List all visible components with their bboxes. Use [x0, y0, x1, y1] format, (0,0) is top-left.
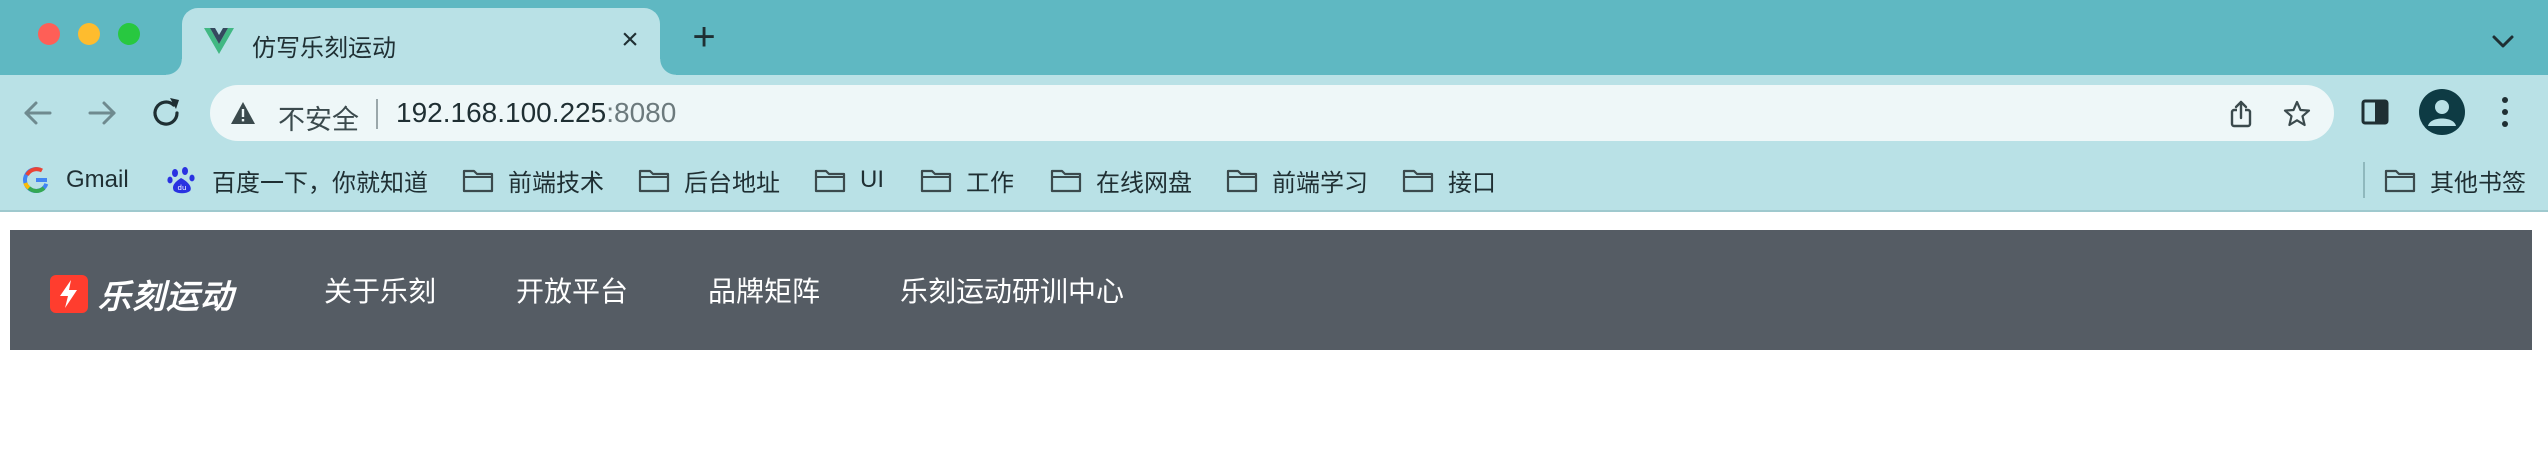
bookmark-label: 其他书签 [2430, 169, 2526, 197]
logo-text: 乐刻运动 [98, 278, 234, 315]
browser-toolbar: 不安全 192.168.100.225:8080 [0, 75, 2548, 150]
nav-link-about[interactable]: 关于乐刻 [324, 270, 436, 310]
back-arrow-icon[interactable] [18, 93, 58, 133]
bookmark-label: 在线网盘 [1096, 169, 1192, 197]
more-options-icon[interactable] [2495, 93, 2515, 131]
bookmark-label: 百度一下，你就知道 [212, 169, 428, 197]
bookmark-folder[interactable]: 前端技术 [462, 158, 604, 202]
reload-icon[interactable] [146, 93, 186, 133]
new-tab-button[interactable]: + [686, 17, 722, 57]
bookmark-baidu[interactable]: du 百度一下，你就知道 [166, 158, 428, 202]
bookmark-folder[interactable]: 在线网盘 [1050, 158, 1192, 202]
warning-icon [231, 102, 255, 124]
minimize-window-button[interactable] [78, 23, 100, 45]
lightning-logo-icon [50, 275, 88, 313]
bookmarks-bar: Gmail du 百度一下，你就知道 前端技术 后台地址 UI 工作 在线网盘 … [0, 150, 2548, 212]
svg-text:du: du [178, 184, 187, 192]
bookmark-folder[interactable]: UI [814, 158, 884, 202]
nav-link-open-platform[interactable]: 开放平台 [516, 270, 628, 310]
bookmark-label: UI [860, 166, 884, 193]
nav-link-brand-matrix[interactable]: 品牌矩阵 [708, 270, 820, 310]
vue-logo-icon [204, 28, 234, 54]
forward-arrow-icon[interactable] [82, 93, 122, 133]
side-panel-icon[interactable] [2358, 95, 2392, 129]
star-icon[interactable] [2282, 99, 2312, 129]
site-logo[interactable]: 乐刻运动 [50, 270, 234, 318]
browser-tab[interactable]: 仿写乐刻运动 × [166, 8, 676, 75]
folder-icon [462, 169, 494, 193]
baidu-icon: du [167, 167, 195, 194]
bookmark-folder[interactable]: 接口 [1402, 158, 1496, 202]
folder-icon [1050, 169, 1082, 193]
tab-title: 仿写乐刻运动 [252, 35, 396, 62]
url-port: :8080 [606, 97, 677, 128]
share-icon[interactable] [2226, 99, 2256, 129]
folder-icon [1226, 169, 1258, 193]
bookmarks-divider [2363, 162, 2365, 198]
folder-icon [1402, 169, 1434, 193]
bookmark-label: 前端技术 [508, 169, 604, 197]
security-status[interactable]: 不安全 [278, 98, 359, 137]
folder-icon [920, 169, 952, 193]
bookmark-folder[interactable]: 工作 [920, 158, 1014, 202]
profile-avatar[interactable] [2419, 89, 2465, 135]
bookmark-folder[interactable]: 前端学习 [1226, 158, 1368, 202]
bookmark-label: 接口 [1448, 169, 1496, 197]
close-window-button[interactable] [38, 23, 60, 45]
bookmark-gmail[interactable]: Gmail [20, 158, 129, 202]
folder-icon [2384, 169, 2416, 193]
other-bookmarks[interactable]: 其他书签 [2384, 158, 2526, 202]
bookmark-label: Gmail [66, 166, 129, 193]
bookmark-folder[interactable]: 后台地址 [638, 158, 780, 202]
url-host: 192.168.100.225 [396, 97, 607, 128]
folder-icon [638, 169, 670, 193]
bookmark-label: 前端学习 [1272, 169, 1368, 197]
bookmark-label: 工作 [966, 169, 1014, 197]
person-icon [2428, 100, 2456, 126]
tab-strip: 仿写乐刻运动 × + [0, 0, 2548, 75]
zoom-window-button[interactable] [118, 23, 140, 45]
chevron-down-icon[interactable] [2488, 26, 2518, 56]
google-icon [23, 167, 49, 193]
site-header-nav: 乐刻运动 关于乐刻 开放平台 品牌矩阵 乐刻运动研训中心 [10, 230, 2532, 350]
omnibox-divider [376, 99, 378, 129]
folder-icon [814, 169, 846, 193]
nav-link-training-center[interactable]: 乐刻运动研训中心 [900, 270, 1124, 310]
tab-close-icon[interactable]: × [614, 24, 646, 56]
address-bar[interactable]: 不安全 192.168.100.225:8080 [210, 85, 2334, 141]
url-text[interactable]: 192.168.100.225:8080 [396, 97, 676, 129]
bookmark-label: 后台地址 [684, 169, 780, 197]
